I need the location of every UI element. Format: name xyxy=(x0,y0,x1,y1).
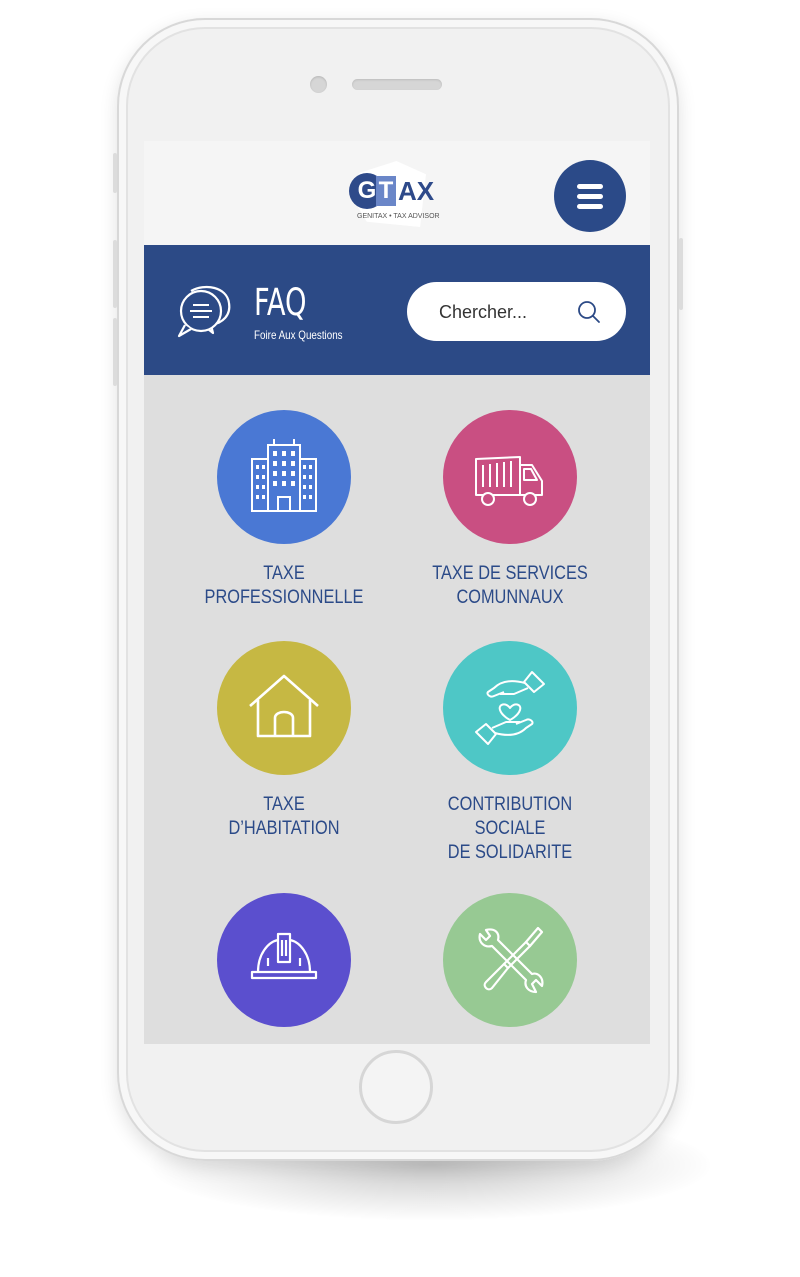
mute-switch xyxy=(113,153,117,193)
building-icon xyxy=(251,439,317,512)
search-icon[interactable] xyxy=(577,300,601,324)
garbage-truck-icon xyxy=(475,456,543,506)
app-header: G T AX GENITAX • TAX ADVISOR xyxy=(144,141,650,245)
category-circle xyxy=(443,641,577,775)
home-button[interactable] xyxy=(359,1050,433,1124)
category-circle xyxy=(217,641,351,775)
faq-title: FAQ xyxy=(254,281,307,324)
app-screen: G T AX GENITAX • TAX ADVISOR FAQ Foire A… xyxy=(144,141,650,1044)
earpiece-speaker xyxy=(352,79,442,90)
helping-hands-heart-icon xyxy=(475,671,545,745)
menu-bar-icon xyxy=(577,184,603,189)
faq-subtitle: Foire Aux Questions xyxy=(254,328,343,342)
volume-down-button xyxy=(113,318,117,386)
genitax-logo[interactable]: G T AX GENITAX • TAX ADVISOR xyxy=(344,161,448,229)
category-label: CONTRIBUTION SOCIALE DE SOLIDARITE xyxy=(447,794,573,863)
category-label: TAXE DE SERVICES COMUNNAUX xyxy=(432,563,588,608)
category-label: TAXE D’HABITATION xyxy=(228,794,340,839)
logo-tagline: GENITAX • TAX ADVISOR xyxy=(357,213,440,220)
category-circle xyxy=(217,893,351,1027)
tools-icon xyxy=(478,926,544,994)
chat-bubbles-icon xyxy=(177,285,231,338)
volume-up-button xyxy=(113,240,117,308)
category-circle xyxy=(217,410,351,544)
power-button xyxy=(679,238,683,310)
category-circle xyxy=(443,410,577,544)
house-icon xyxy=(249,674,319,738)
category-tile-5[interactable] xyxy=(171,893,397,1044)
category-taxe-habitation[interactable]: TAXE D’HABITATION xyxy=(171,641,397,841)
menu-bar-icon xyxy=(577,204,603,209)
search-input[interactable] xyxy=(437,294,581,330)
category-circle xyxy=(443,893,577,1027)
category-contribution-sociale-solidarite[interactable]: CONTRIBUTION SOCIALE DE SOLIDARITE xyxy=(397,641,623,865)
logo-letter-t: T xyxy=(376,176,396,206)
category-taxe-professionnelle[interactable]: TAXE PROFESSIONNELLE xyxy=(171,410,397,610)
faq-banner: FAQ Foire Aux Questions xyxy=(144,245,650,375)
category-taxe-services-comunnaux[interactable]: TAXE DE SERVICES COMUNNAUX xyxy=(397,410,623,610)
hamburger-menu-button[interactable] xyxy=(554,160,626,232)
logo-letters-ax: AX xyxy=(398,176,435,206)
category-tile-6[interactable] xyxy=(397,893,623,1044)
hard-hat-icon xyxy=(250,932,318,980)
category-label: TAXE PROFESSIONNELLE xyxy=(204,563,364,608)
menu-bar-icon xyxy=(577,194,603,199)
search-box[interactable] xyxy=(407,282,626,341)
front-camera xyxy=(310,76,327,93)
